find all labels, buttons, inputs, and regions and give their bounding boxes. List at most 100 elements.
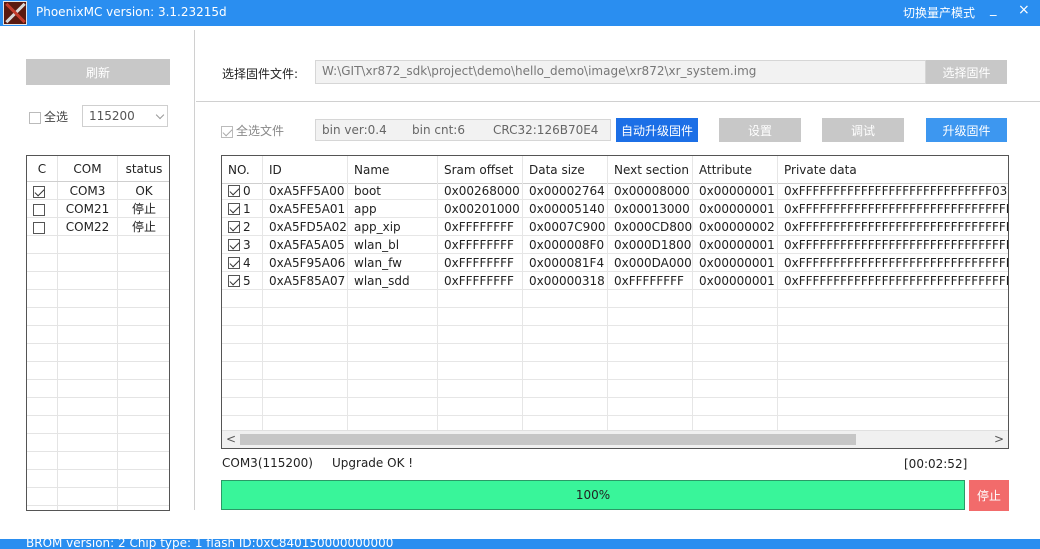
scroll-left-icon[interactable]: < bbox=[226, 432, 236, 446]
row-checkbox[interactable] bbox=[228, 184, 240, 197]
select-all-ports-checkbox[interactable]: 全选 bbox=[29, 108, 68, 125]
empty-cell bbox=[222, 398, 263, 415]
firmware-table: NO. ID Name Sram offset Data size Next s… bbox=[221, 155, 1009, 449]
empty-cell bbox=[58, 254, 118, 271]
pane-divider[interactable] bbox=[194, 30, 195, 510]
table-row[interactable]: 5 0xA5F85A07 wlan_sdd 0xFFFFFFFF 0x00000… bbox=[222, 272, 1008, 290]
port-status: OK bbox=[135, 184, 153, 198]
empty-cell bbox=[438, 344, 523, 361]
row-data-size: 0x000081F4 bbox=[523, 254, 608, 271]
empty-cell bbox=[222, 380, 263, 397]
select-all-files-checkbox[interactable]: 全选文件 bbox=[221, 122, 284, 139]
empty-row bbox=[27, 470, 169, 488]
empty-cell bbox=[438, 380, 523, 397]
port-row[interactable]: COM22 停止 bbox=[27, 218, 169, 236]
firmware-path-field[interactable]: W:\GIT\xr872_sdk\project\demo\hello_demo… bbox=[315, 60, 926, 84]
empty-cell bbox=[222, 308, 263, 325]
empty-cell bbox=[27, 488, 58, 505]
row-data-size: 0x00005140 bbox=[523, 200, 608, 217]
empty-row bbox=[27, 416, 169, 434]
empty-cell bbox=[693, 326, 778, 343]
empty-cell bbox=[693, 380, 778, 397]
table-row[interactable]: 1 0xA5FE5A01 app 0x00201000 0x00005140 0… bbox=[222, 200, 1008, 218]
empty-cell bbox=[523, 380, 608, 397]
bin-crc: CRC32:126B70E4 bbox=[493, 123, 599, 137]
empty-cell bbox=[27, 470, 58, 487]
column-header: ID bbox=[263, 156, 348, 183]
horizontal-scrollbar[interactable]: < > bbox=[222, 430, 1008, 448]
row-id: 0xA5F85A07 bbox=[263, 272, 348, 289]
scrollbar-thumb[interactable] bbox=[240, 434, 856, 445]
close-icon[interactable]: × bbox=[1018, 2, 1030, 18]
select-firmware-button[interactable]: 选择固件 bbox=[926, 60, 1007, 84]
switch-production-mode-button[interactable]: 切换量产模式 bbox=[903, 4, 975, 21]
row-name: app bbox=[348, 200, 438, 217]
port-checkbox[interactable] bbox=[33, 185, 45, 198]
empty-cell bbox=[263, 344, 348, 361]
empty-cell bbox=[58, 416, 118, 433]
empty-cell bbox=[118, 434, 169, 451]
empty-cell bbox=[58, 488, 118, 505]
column-header: COM bbox=[58, 156, 118, 181]
app-logo-icon bbox=[3, 1, 27, 25]
empty-row bbox=[27, 362, 169, 380]
stop-button[interactable]: 停止 bbox=[969, 480, 1009, 511]
empty-row bbox=[27, 254, 169, 272]
column-header: Sram offset bbox=[438, 156, 523, 183]
row-sram-offset: 0x00268000 bbox=[438, 182, 523, 199]
row-checkbox[interactable] bbox=[228, 202, 240, 215]
select-all-label: 全选 bbox=[44, 110, 69, 124]
empty-cell bbox=[348, 344, 438, 361]
empty-cell bbox=[222, 326, 263, 343]
port-checkbox[interactable] bbox=[33, 203, 45, 216]
empty-cell bbox=[27, 452, 58, 469]
empty-row bbox=[27, 398, 169, 416]
table-row[interactable]: 2 0xA5FD5A02 app_xip 0xFFFFFFFF 0x0007C9… bbox=[222, 218, 1008, 236]
bin-count: bin cnt:6 bbox=[412, 123, 465, 137]
table-row[interactable]: 0 0xA5FF5A00 boot 0x00268000 0x00002764 … bbox=[222, 182, 1008, 200]
port-status: 停止 bbox=[131, 220, 156, 234]
auto-upgrade-button[interactable]: 自动升级固件 bbox=[616, 118, 698, 142]
upgrade-firmware-button[interactable]: 升级固件 bbox=[926, 118, 1007, 142]
empty-cell bbox=[118, 290, 169, 307]
table-row[interactable]: 4 0xA5F95A06 wlan_fw 0xFFFFFFFF 0x000081… bbox=[222, 254, 1008, 272]
empty-cell bbox=[118, 470, 169, 487]
empty-cell bbox=[27, 344, 58, 361]
port-row[interactable]: COM3 OK bbox=[27, 182, 169, 200]
settings-button[interactable]: 设置 bbox=[719, 118, 801, 142]
port-checkbox[interactable] bbox=[33, 221, 45, 234]
row-private-data: 0xFFFFFFFFFFFFFFFFFFFFFFFFFFFFFFFFFF bbox=[784, 274, 1008, 288]
empty-cell bbox=[118, 416, 169, 433]
row-checkbox[interactable] bbox=[228, 238, 240, 251]
table-row[interactable]: 3 0xA5FA5A05 wlan_bl 0xFFFFFFFF 0x000008… bbox=[222, 236, 1008, 254]
row-attribute: 0x00000002 bbox=[693, 218, 778, 235]
empty-cell bbox=[118, 236, 169, 253]
port-row[interactable]: COM21 停止 bbox=[27, 200, 169, 218]
empty-cell bbox=[27, 308, 58, 325]
row-checkbox[interactable] bbox=[228, 274, 240, 287]
empty-row bbox=[222, 344, 1008, 362]
debug-button[interactable]: 调试 bbox=[822, 118, 904, 142]
empty-cell bbox=[438, 290, 523, 307]
minimize-icon[interactable]: _ bbox=[990, 2, 997, 17]
row-checkbox[interactable] bbox=[228, 220, 240, 233]
column-header: C bbox=[27, 156, 58, 181]
empty-cell bbox=[608, 290, 693, 307]
port-com: COM21 bbox=[58, 200, 118, 217]
row-checkbox[interactable] bbox=[228, 256, 240, 269]
scroll-right-icon[interactable]: > bbox=[994, 432, 1004, 446]
device-info: BROM version: 2 Chip type: 1 flash ID:0x… bbox=[26, 539, 394, 549]
empty-cell bbox=[58, 290, 118, 307]
row-next-section: 0x000D1800 bbox=[608, 236, 693, 253]
section-divider bbox=[196, 101, 1040, 102]
empty-cell bbox=[118, 308, 169, 325]
column-header: Next section bbox=[608, 156, 693, 183]
empty-row bbox=[27, 236, 169, 254]
baud-rate-select[interactable]: 115200 bbox=[82, 105, 168, 127]
empty-cell bbox=[58, 362, 118, 379]
refresh-button[interactable]: 刷新 bbox=[26, 59, 170, 85]
empty-cell bbox=[118, 452, 169, 469]
empty-cell bbox=[693, 308, 778, 325]
checkbox-icon bbox=[221, 125, 233, 138]
row-name: wlan_bl bbox=[348, 236, 438, 253]
